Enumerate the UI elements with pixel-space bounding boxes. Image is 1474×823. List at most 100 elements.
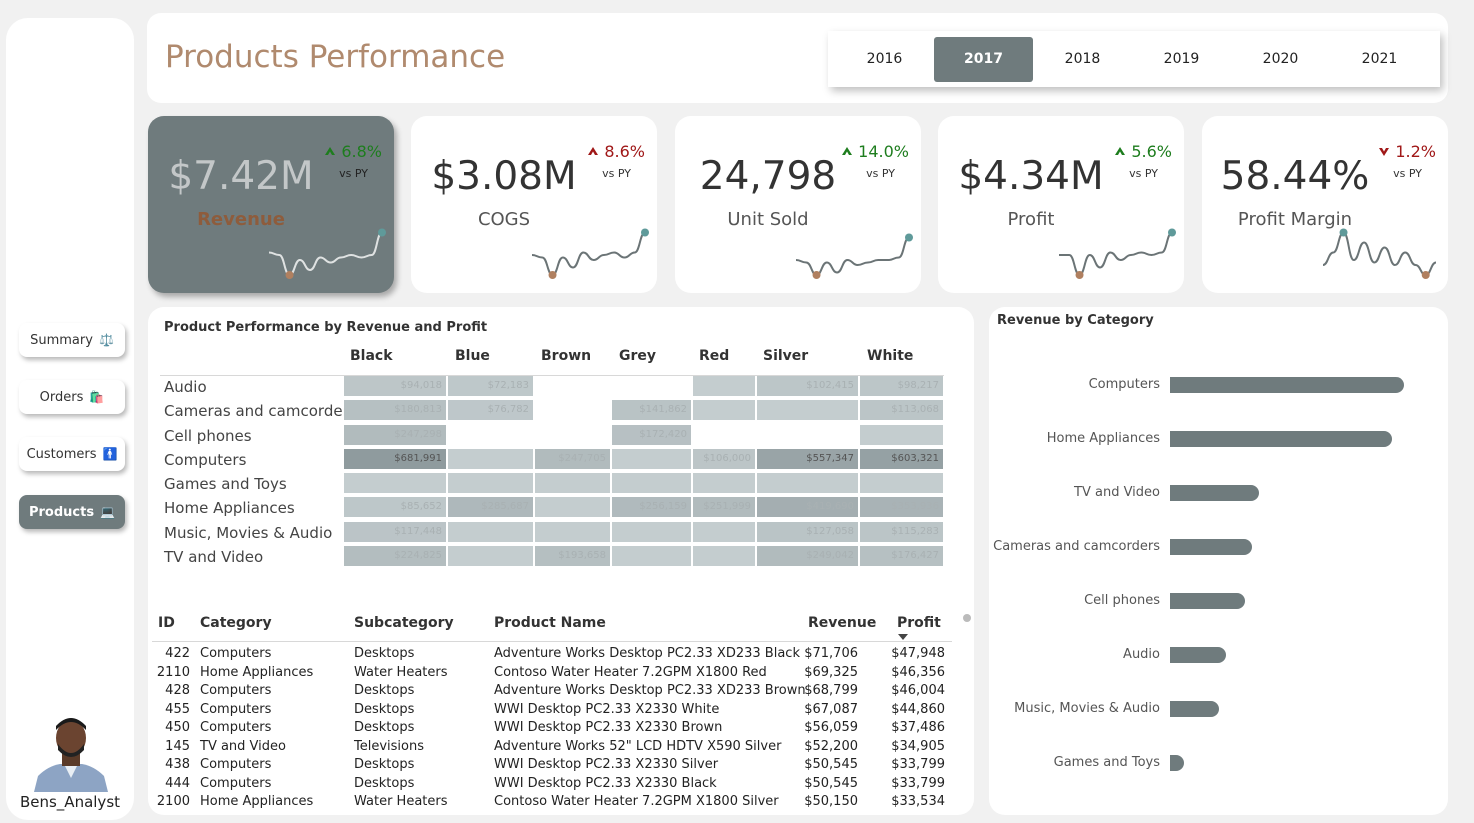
matrix-row-label[interactable]: Games and Toys <box>164 475 287 493</box>
table-cell[interactable]: $52,200 <box>804 739 858 754</box>
nav-orders-button[interactable]: Orders 🛍️ <box>19 380 125 414</box>
kpi-card-profit-margin[interactable]: 1.2% vs PY 58.44% Profit Margin <box>1202 116 1448 293</box>
matrix-cell[interactable] <box>448 522 533 542</box>
matrix-cell[interactable] <box>860 425 943 445</box>
matrix-cell[interactable]: $247,298 <box>344 425 446 445</box>
matrix-cell[interactable] <box>448 449 533 469</box>
table-cell[interactable]: WWI Desktop PC2.33 X2330 Silver <box>494 757 718 772</box>
category-bar[interactable] <box>1170 647 1227 663</box>
table-cell[interactable]: $46,004 <box>891 683 945 698</box>
table-header-product-name[interactable]: Product Name <box>494 615 606 631</box>
matrix-cell[interactable] <box>693 400 755 420</box>
table-cell[interactable]: $37,486 <box>891 720 945 735</box>
matrix-cell[interactable]: $98,217 <box>860 376 943 396</box>
category-bar[interactable] <box>1170 701 1220 717</box>
table-cell[interactable]: $44,860 <box>891 702 945 717</box>
matrix-cell[interactable]: $681,991 <box>344 449 446 469</box>
year-2020-button[interactable]: 2020 <box>1231 37 1330 82</box>
matrix-cell[interactable]: $115,283 <box>860 522 943 542</box>
table-cell[interactable]: Desktops <box>354 776 414 791</box>
matrix-cell[interactable]: $117,448 <box>344 522 446 542</box>
table-cell[interactable]: $34,905 <box>891 739 945 754</box>
matrix-col-header[interactable]: Grey <box>619 348 656 364</box>
matrix-cell[interactable]: $249,042 <box>757 546 858 566</box>
matrix-cell[interactable] <box>612 522 691 542</box>
table-cell[interactable]: 428 <box>165 683 190 698</box>
table-cell[interactable]: Adventure Works Desktop PC2.33 XD233 Bla… <box>494 646 800 661</box>
table-cell[interactable]: WWI Desktop PC2.33 X2330 Black <box>494 776 717 791</box>
matrix-cell[interactable]: $106,000 <box>693 449 755 469</box>
table-cell[interactable]: Computers <box>200 776 271 791</box>
table-cell[interactable]: Desktops <box>354 702 414 717</box>
matrix-cell[interactable]: $85,652 <box>344 497 446 517</box>
matrix-cell[interactable] <box>535 473 610 493</box>
table-cell[interactable]: 450 <box>165 720 190 735</box>
matrix-cell[interactable]: $180,813 <box>344 400 446 420</box>
matrix-cell[interactable] <box>693 473 755 493</box>
table-cell[interactable]: $69,325 <box>804 665 858 680</box>
category-bar[interactable] <box>1170 377 1404 393</box>
table-cell[interactable]: Computers <box>200 702 271 717</box>
category-bar[interactable] <box>1170 593 1245 609</box>
kpi-card-profit[interactable]: 5.6% vs PY $4.34M Profit <box>938 116 1184 293</box>
matrix-col-header[interactable]: Black <box>350 348 393 364</box>
matrix-cell[interactable]: $113,068 <box>860 400 943 420</box>
table-cell[interactable]: $56,059 <box>804 720 858 735</box>
matrix-cell[interactable]: $353,936 <box>860 497 943 517</box>
matrix-cell[interactable]: $557,347 <box>757 449 858 469</box>
matrix-cell[interactable]: $94,018 <box>344 376 446 396</box>
matrix-cell[interactable]: $603,321 <box>860 449 943 469</box>
table-cell[interactable]: 444 <box>165 776 190 791</box>
matrix-cell[interactable]: $76,782 <box>448 400 533 420</box>
matrix-cell[interactable] <box>535 497 610 517</box>
table-cell[interactable]: WWI Desktop PC2.33 X2330 White <box>494 702 719 717</box>
table-cell[interactable]: 2110 <box>157 665 190 680</box>
matrix-cell[interactable] <box>693 546 755 566</box>
matrix-col-header[interactable]: Silver <box>763 348 808 364</box>
table-cell[interactable]: Water Heaters <box>354 794 448 809</box>
nav-products-button[interactable]: Products 💻 <box>19 495 125 529</box>
matrix-cell[interactable] <box>757 473 858 493</box>
matrix-cell[interactable] <box>860 473 943 493</box>
table-header-profit[interactable]: Profit <box>897 615 941 631</box>
matrix-cell[interactable] <box>693 376 755 396</box>
table-cell[interactable]: $50,545 <box>804 757 858 772</box>
matrix-cell[interactable]: $176,427 <box>860 546 943 566</box>
year-2021-button[interactable]: 2021 <box>1330 37 1429 82</box>
matrix-col-header[interactable]: White <box>867 348 913 364</box>
table-cell[interactable]: $47,948 <box>891 646 945 661</box>
kpi-card-revenue[interactable]: 6.8% vs PY $7.42M Revenue <box>148 116 394 293</box>
matrix-cell[interactable]: $256,159 <box>612 497 691 517</box>
matrix-cell[interactable]: $141,862 <box>612 400 691 420</box>
table-cell[interactable]: Contoso Water Heater 7.2GPM X1800 Silver <box>494 794 779 809</box>
table-cell[interactable]: $71,706 <box>804 646 858 661</box>
matrix-cell[interactable] <box>448 546 533 566</box>
kpi-card-cogs[interactable]: 8.6% vs PY $3.08M COGS <box>411 116 657 293</box>
matrix-cell[interactable]: $127,058 <box>757 522 858 542</box>
matrix-row-label[interactable]: Cell phones <box>164 427 252 445</box>
year-2018-button[interactable]: 2018 <box>1033 37 1132 82</box>
table-cell[interactable]: 2100 <box>157 794 190 809</box>
table-cell[interactable]: $33,799 <box>891 757 945 772</box>
matrix-row-label[interactable]: Computers <box>164 451 246 469</box>
table-cell[interactable]: $33,799 <box>891 776 945 791</box>
matrix-cell[interactable] <box>612 449 691 469</box>
year-2017-button[interactable]: 2017 <box>934 36 1033 82</box>
matrix-cell[interactable] <box>757 400 858 420</box>
table-cell[interactable]: 455 <box>165 702 190 717</box>
table-cell[interactable]: $67,087 <box>804 702 858 717</box>
matrix-row-label[interactable]: Cameras and camcorders <box>164 402 357 420</box>
matrix-cell[interactable] <box>535 522 610 542</box>
table-cell[interactable]: Water Heaters <box>354 665 448 680</box>
table-cell[interactable]: $50,150 <box>804 794 858 809</box>
table-cell[interactable]: Computers <box>200 683 271 698</box>
table-cell[interactable]: $68,799 <box>804 683 858 698</box>
matrix-cell[interactable]: $224,825 <box>344 546 446 566</box>
table-cell[interactable]: Desktops <box>354 757 414 772</box>
table-cell[interactable]: Computers <box>200 646 271 661</box>
matrix-col-header[interactable]: Red <box>699 348 729 364</box>
table-cell[interactable]: TV and Video <box>200 739 286 754</box>
table-cell[interactable]: Home Appliances <box>200 665 313 680</box>
matrix-cell[interactable]: $285,687 <box>448 497 533 517</box>
matrix-cell[interactable]: $172,420 <box>612 425 691 445</box>
